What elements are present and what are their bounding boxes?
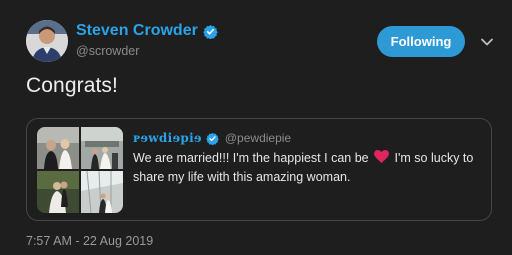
verified-badge-icon: [203, 24, 218, 39]
following-button[interactable]: Following: [377, 26, 465, 57]
verified-badge-icon: [206, 132, 219, 145]
media-photo-1[interactable]: [37, 127, 79, 169]
heart-icon: [374, 150, 390, 163]
quoted-tweet-text: We are married!!! I'm the happiest I can…: [133, 149, 485, 187]
quoted-author[interactable]: ᴘɘwdiɘpiɘ @pewdiepie: [133, 131, 291, 145]
avatar-image: [26, 20, 68, 62]
author-display-name[interactable]: Steven Crowder: [76, 22, 198, 40]
quoted-tweet[interactable]: ᴘɘwdiɘpiɘ @pewdiepie We are married!!! I…: [26, 118, 492, 221]
media-photo-4[interactable]: [81, 171, 123, 213]
quoted-tweet-media[interactable]: [37, 127, 123, 213]
author-avatar[interactable]: [26, 20, 68, 62]
tweet-text: Congrats!: [26, 74, 118, 97]
tweet-timestamp[interactable]: 7:57 AM - 22 Aug 2019: [26, 234, 153, 248]
chevron-down-icon[interactable]: [478, 33, 496, 51]
author-name[interactable]: Steven Crowder: [76, 22, 218, 40]
media-photo-3[interactable]: [37, 171, 79, 213]
quoted-text-part-1: We are married!!! I'm the happiest I can…: [133, 151, 373, 165]
wedding-photo-image: [81, 127, 123, 169]
tweet-card: Steven Crowder @scrowder Following Congr…: [0, 0, 512, 255]
quoted-author-name[interactable]: ᴘɘwdiɘpiɘ: [133, 131, 202, 145]
quoted-author-handle[interactable]: @pewdiepie: [225, 131, 291, 145]
author-handle[interactable]: @scrowder: [76, 44, 139, 58]
wedding-photo-image: [37, 171, 79, 213]
wedding-photo-image: [37, 127, 79, 169]
wedding-photo-image: [81, 171, 123, 213]
media-photo-2[interactable]: [81, 127, 123, 169]
